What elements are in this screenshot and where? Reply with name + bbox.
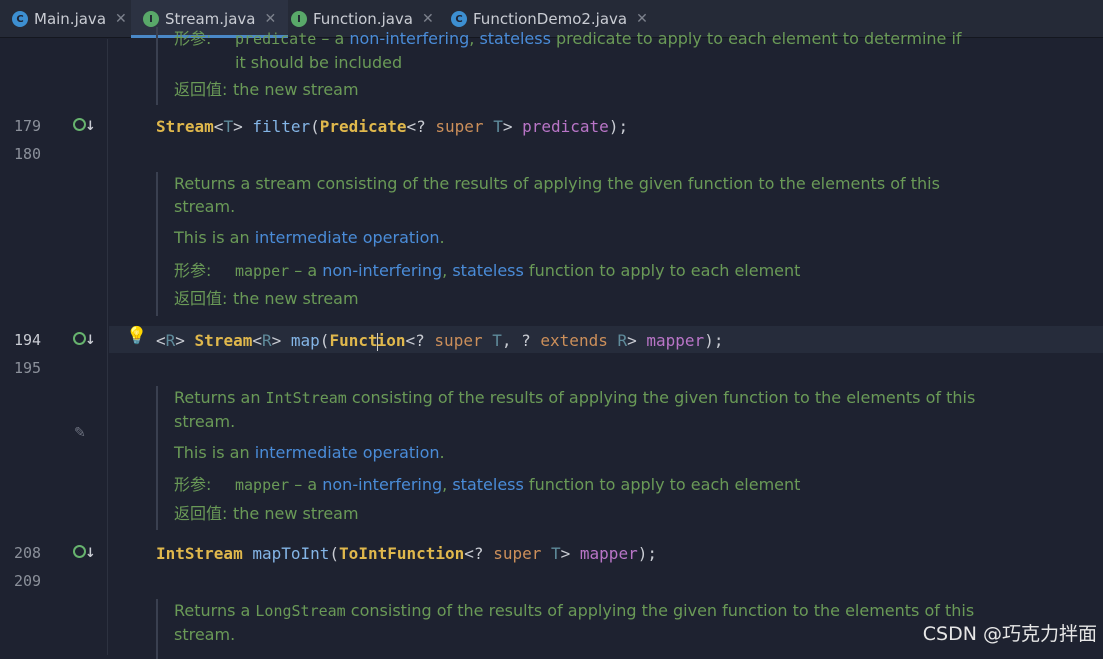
doc-param-row: 形参: mapper – a non-interfering, stateles… xyxy=(174,261,801,280)
implemented-arrow-icon[interactable]: ↓ xyxy=(73,117,96,134)
watermark: CSDN @巧克力拌面 xyxy=(922,623,1097,645)
tab-label: Stream.java xyxy=(165,10,256,28)
doc-return-row: 返回值: the new stream xyxy=(174,289,359,308)
close-icon[interactable]: ✕ xyxy=(422,11,434,27)
line-number: 180 xyxy=(14,145,42,163)
doc-link[interactable]: non-interfering xyxy=(322,475,442,494)
implemented-arrow-icon[interactable]: ↓ xyxy=(73,331,96,348)
doc-param-row: 形参: predicate – a non-interfering, state… xyxy=(174,29,962,72)
tab-label: Function.java xyxy=(313,10,413,28)
doc-link[interactable]: stateless xyxy=(479,29,551,48)
line-number-gutter[interactable]: 179 ↓ 180 194 ↓ 195 ✎ 208 ↓ 209 xyxy=(0,39,108,655)
tab-label: FunctionDemo2.java xyxy=(473,10,628,28)
javadoc-block-maptolong: Returns a LongStream consisting of the r… xyxy=(156,599,974,659)
close-icon[interactable]: ✕ xyxy=(636,11,648,27)
line-number: 209 xyxy=(14,572,42,590)
interface-i-icon: I xyxy=(143,11,159,27)
javadoc-block-maptoint: Returns an IntStream consisting of the r… xyxy=(156,386,975,530)
doc-return-row: 返回值: the new stream xyxy=(174,80,359,99)
line-number: 194 xyxy=(14,331,42,349)
line-number: 208 xyxy=(14,544,42,562)
lightbulb-icon[interactable]: 💡 xyxy=(126,326,147,346)
interface-i-icon: I xyxy=(291,11,307,27)
class-c-icon: C xyxy=(451,11,467,27)
code-line-filter[interactable]: Stream<T> filter(Predicate<? super T> pr… xyxy=(156,117,628,136)
close-icon[interactable]: ✕ xyxy=(264,11,276,27)
doc-link[interactable]: intermediate operation xyxy=(255,443,440,462)
line-number: 195 xyxy=(14,359,42,377)
doc-link[interactable]: stateless xyxy=(452,475,524,494)
code-line-maptoint[interactable]: IntStream mapToInt(ToIntFunction<? super… xyxy=(156,544,657,563)
javadoc-block-map: Returns a stream consisting of the resul… xyxy=(156,172,940,316)
close-icon[interactable]: ✕ xyxy=(115,11,127,27)
doc-link[interactable]: non-interfering xyxy=(349,29,469,48)
doc-return-row: 返回值: the new stream xyxy=(174,504,359,523)
class-c-icon: C xyxy=(12,11,28,27)
javadoc-block-filter: 形参: predicate – a non-interfering, state… xyxy=(156,27,962,105)
line-number: 179 xyxy=(14,117,42,135)
tab-main-java[interactable]: C Main.java ✕ xyxy=(12,0,127,38)
code-line-map[interactable]: <R> Stream<R> map(Function<? super T, ? … xyxy=(156,331,723,351)
tab-label: Main.java xyxy=(34,10,107,28)
doc-param-row: 形参: mapper – a non-interfering, stateles… xyxy=(174,475,801,494)
doc-link[interactable]: stateless xyxy=(452,261,524,280)
implemented-arrow-icon[interactable]: ↓ xyxy=(73,544,96,561)
doc-link[interactable]: intermediate operation xyxy=(255,228,440,247)
doc-link[interactable]: non-interfering xyxy=(322,261,442,280)
pencil-icon[interactable]: ✎ xyxy=(74,425,86,441)
code-editor[interactable]: 形参: predicate – a non-interfering, state… xyxy=(109,27,1103,659)
